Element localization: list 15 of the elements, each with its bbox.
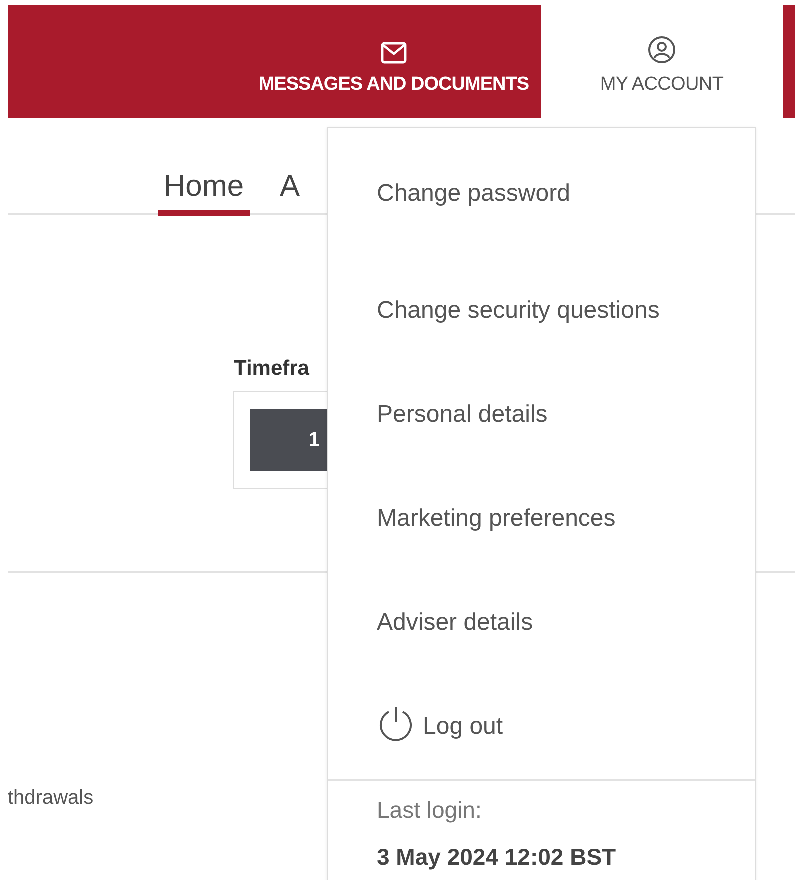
power-icon bbox=[377, 705, 415, 743]
user-icon bbox=[648, 36, 676, 64]
mail-icon bbox=[380, 42, 407, 64]
timeframe-label: Timefra bbox=[234, 357, 310, 381]
menu-item[interactable]: Change security questions bbox=[328, 245, 755, 349]
menu-item[interactable]: Change password bbox=[328, 128, 755, 245]
last-login-time: 3 May 2024 12:02 BST bbox=[377, 844, 618, 871]
menu-item[interactable]: Adviser details bbox=[328, 557, 755, 661]
logout-link[interactable]: Log out bbox=[328, 661, 755, 765]
last-login-label: Last login: bbox=[377, 797, 483, 824]
nav-tab[interactable]: A bbox=[274, 170, 306, 216]
header-tab[interactable]: MY ACCOUNT bbox=[541, 5, 783, 118]
section-label: thdrawals bbox=[8, 787, 94, 809]
nav-tab[interactable]: Home bbox=[158, 170, 250, 216]
header-tab[interactable]: MESSAGES AND DOCUMENTS bbox=[246, 5, 541, 118]
